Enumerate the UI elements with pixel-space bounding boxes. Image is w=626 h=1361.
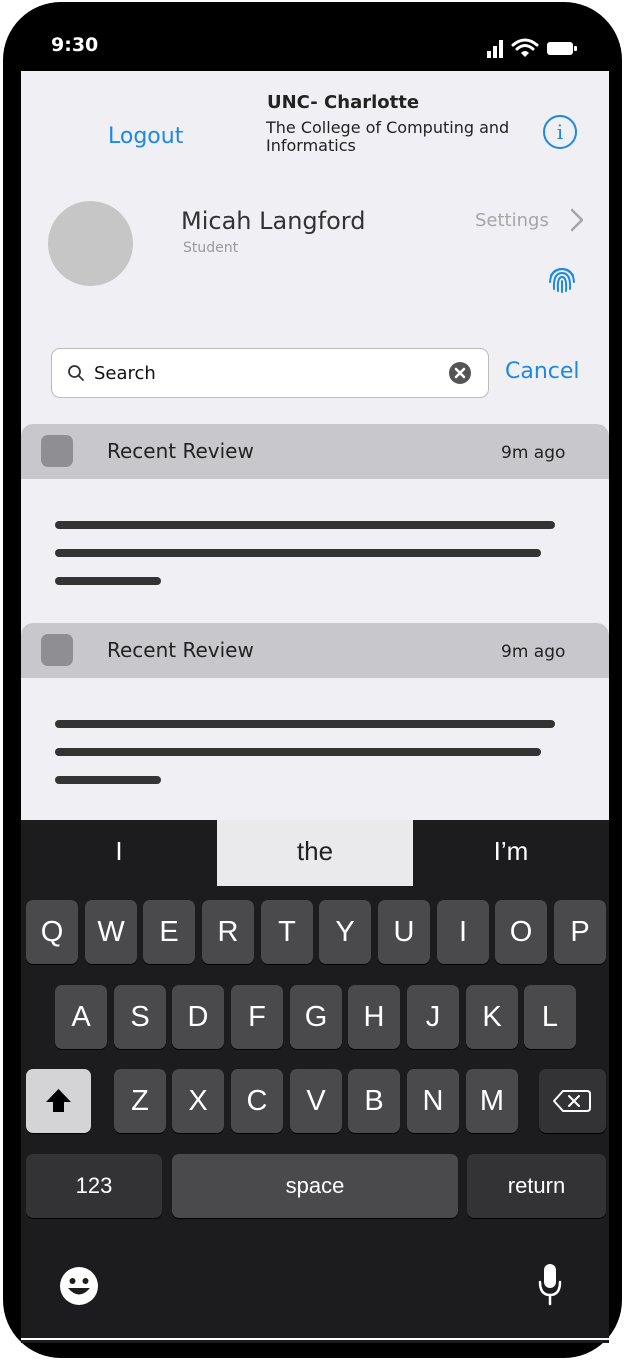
fingerprint-icon[interactable] xyxy=(546,262,578,294)
key-b[interactable]: B xyxy=(348,1069,400,1133)
backspace-icon xyxy=(553,1090,591,1112)
placeholder-text-line xyxy=(55,776,161,784)
space-key[interactable]: space xyxy=(172,1154,458,1218)
key-h[interactable]: H xyxy=(348,985,400,1049)
key-i[interactable]: I xyxy=(437,900,489,964)
key-o[interactable]: O xyxy=(495,900,547,964)
key-d[interactable]: D xyxy=(172,985,224,1049)
home-indicator xyxy=(21,1338,609,1340)
clear-icon[interactable] xyxy=(448,361,472,385)
key-r[interactable]: R xyxy=(202,900,254,964)
key-e[interactable]: E xyxy=(143,900,195,964)
logout-button[interactable]: Logout xyxy=(108,124,183,149)
status-time: 9:30 xyxy=(51,34,99,56)
key-x[interactable]: X xyxy=(172,1069,224,1133)
status-icons xyxy=(487,38,577,58)
suggestion-item[interactable]: I xyxy=(21,820,217,886)
shift-key[interactable] xyxy=(26,1069,91,1133)
key-f[interactable]: F xyxy=(231,985,283,1049)
app-icon xyxy=(41,634,73,666)
card-title: Recent Review xyxy=(107,439,254,463)
key-u[interactable]: U xyxy=(378,900,430,964)
suggestion-bar: I the I’m xyxy=(21,820,609,886)
chevron-right-icon[interactable] xyxy=(569,207,585,233)
card-header: Recent Review 9m ago xyxy=(21,424,609,479)
key-t[interactable]: T xyxy=(261,900,313,964)
user-name: Micah Langford xyxy=(181,207,366,235)
key-y[interactable]: Y xyxy=(319,900,371,964)
org-title: UNC- Charlotte xyxy=(267,92,420,113)
search-input[interactable] xyxy=(94,358,434,388)
key-p[interactable]: P xyxy=(554,900,606,964)
key-z[interactable]: Z xyxy=(114,1069,166,1133)
keyboard: I the I’m Q W E R T Y U I O P A S D F G … xyxy=(21,820,609,1343)
card-title: Recent Review xyxy=(107,638,254,662)
key-n[interactable]: N xyxy=(407,1069,459,1133)
settings-link[interactable]: Settings xyxy=(475,210,549,231)
shift-arrow-icon xyxy=(46,1089,71,1112)
suggestion-item[interactable]: I’m xyxy=(413,820,609,886)
wifi-icon xyxy=(511,38,539,57)
placeholder-text-line xyxy=(55,549,541,557)
microphone-icon[interactable] xyxy=(538,1260,562,1308)
placeholder-text-line xyxy=(55,720,555,728)
key-j[interactable]: J xyxy=(407,985,459,1049)
org-subtitle: The College of Computing and Informatics xyxy=(266,118,510,155)
numbers-key[interactable]: 123 xyxy=(26,1154,162,1218)
key-l[interactable]: L xyxy=(524,985,576,1049)
avatar[interactable] xyxy=(48,201,133,286)
placeholder-text-line xyxy=(55,748,541,756)
signal-icon xyxy=(487,40,503,58)
app-screen: Logout UNC- Charlotte The College of Com… xyxy=(21,71,609,1343)
user-role: Student xyxy=(183,240,239,256)
key-w[interactable]: W xyxy=(85,900,137,964)
card-timestamp: 9m ago xyxy=(501,642,566,662)
info-icon[interactable]: i xyxy=(543,115,577,149)
key-a[interactable]: A xyxy=(55,985,107,1049)
placeholder-text-line xyxy=(55,521,555,529)
card-header: Recent Review 9m ago xyxy=(21,623,609,678)
app-icon xyxy=(41,435,73,467)
card-timestamp: 9m ago xyxy=(501,443,566,463)
key-g[interactable]: G xyxy=(290,985,342,1049)
key-k[interactable]: K xyxy=(466,985,518,1049)
notification-card[interactable]: Recent Review 9m ago xyxy=(21,424,609,624)
search-icon xyxy=(68,365,84,381)
key-v[interactable]: V xyxy=(290,1069,342,1133)
suggestion-item[interactable]: the xyxy=(217,820,413,886)
return-key[interactable]: return xyxy=(467,1154,606,1218)
key-q[interactable]: Q xyxy=(26,900,78,964)
emoji-icon[interactable] xyxy=(58,1265,100,1307)
notification-card[interactable]: Recent Review 9m ago xyxy=(21,623,609,823)
battery-icon xyxy=(547,42,577,55)
placeholder-text-line xyxy=(55,577,161,585)
phone-frame: 9:30 Logout UNC- Charlotte The College o… xyxy=(3,2,622,1358)
key-m[interactable]: M xyxy=(466,1069,518,1133)
key-s[interactable]: S xyxy=(114,985,166,1049)
search-bar[interactable] xyxy=(51,348,489,398)
backspace-key[interactable] xyxy=(539,1069,606,1133)
key-c[interactable]: C xyxy=(231,1069,283,1133)
cancel-button[interactable]: Cancel xyxy=(505,359,580,384)
